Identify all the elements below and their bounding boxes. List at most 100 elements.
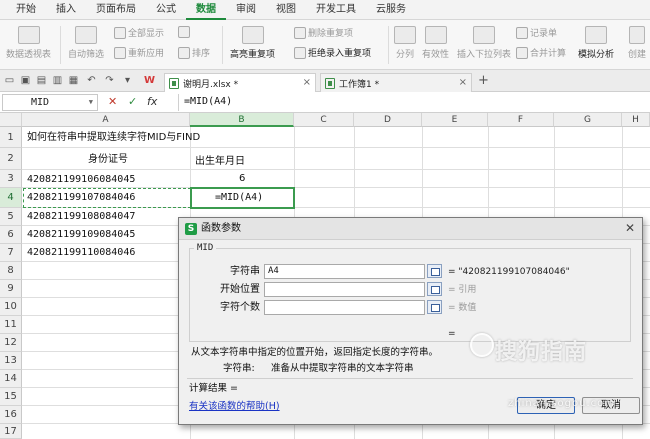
close-icon[interactable]: ✕ bbox=[625, 221, 635, 235]
show-all-label: 全部显示 bbox=[128, 29, 165, 39]
cell-a4[interactable]: 420821199107084046 bbox=[27, 189, 135, 206]
select-range-icon[interactable] bbox=[427, 282, 442, 296]
arg-string-input[interactable]: A4 bbox=[264, 264, 425, 279]
tab-document-1[interactable]: 谢明月.xlsx * × bbox=[164, 73, 316, 92]
tab-insert[interactable]: 插入 bbox=[46, 0, 86, 20]
gridline bbox=[22, 169, 650, 170]
formula-input[interactable]: =MID(A4) bbox=[178, 94, 648, 111]
cell-a2[interactable]: 身份证号 bbox=[88, 151, 128, 168]
col-header-d[interactable]: D bbox=[354, 113, 422, 127]
row-header[interactable]: 6 bbox=[0, 226, 22, 244]
row-header[interactable]: 7 bbox=[0, 244, 22, 262]
row-header[interactable]: 13 bbox=[0, 352, 22, 370]
cell-a5[interactable]: 420821199108084047 bbox=[27, 208, 135, 225]
tab-review[interactable]: 审阅 bbox=[226, 0, 266, 20]
row-header[interactable]: 10 bbox=[0, 298, 22, 316]
pivot-table-button[interactable]: 数据透视表 bbox=[6, 26, 51, 60]
col-header-f[interactable]: F bbox=[488, 113, 554, 127]
row-header[interactable]: 3 bbox=[0, 170, 22, 188]
row-header[interactable]: 14 bbox=[0, 370, 22, 388]
insert-dropdown-button[interactable]: 插入下拉列表 bbox=[457, 26, 511, 60]
chevron-down-icon[interactable]: ▼ bbox=[89, 95, 93, 110]
row-header[interactable]: 8 bbox=[0, 262, 22, 280]
row-header[interactable]: 17 bbox=[0, 424, 22, 439]
save-icon[interactable]: ▣ bbox=[20, 75, 31, 86]
tab-home[interactable]: 开始 bbox=[6, 0, 46, 20]
sort-button[interactable]: 排序 bbox=[178, 46, 210, 59]
select-range-icon[interactable] bbox=[427, 300, 442, 314]
dialog-titlebar[interactable]: S 函数参数 ✕ bbox=[179, 218, 642, 240]
reapply-label: 重新应用 bbox=[128, 49, 165, 59]
sort-az-button[interactable] bbox=[178, 26, 190, 38]
tab-developer[interactable]: 开发工具 bbox=[306, 0, 366, 20]
highlight-duplicates-button[interactable]: 高亮重复项 bbox=[230, 26, 275, 60]
customize-arrow-icon[interactable]: ▾ bbox=[122, 75, 133, 86]
row-header[interactable]: 15 bbox=[0, 388, 22, 406]
create-group-button[interactable]: 创建 bbox=[628, 26, 646, 60]
cell-a7[interactable]: 420821199110084046 bbox=[27, 244, 135, 261]
col-header-a[interactable]: A bbox=[22, 113, 190, 127]
cell-a3[interactable]: 420821199106084045 bbox=[27, 171, 135, 188]
undo-icon[interactable]: ↶ bbox=[86, 75, 97, 86]
wps-s-icon: S bbox=[185, 223, 197, 235]
row-header[interactable]: 1 bbox=[0, 127, 22, 148]
tab-document-2-label: 工作簿1 * bbox=[339, 79, 380, 90]
tab-data[interactable]: 数据 bbox=[186, 0, 226, 20]
row-header[interactable]: 9 bbox=[0, 280, 22, 298]
autofilter-button[interactable]: 自动筛选 bbox=[68, 26, 104, 60]
row-header[interactable]: 12 bbox=[0, 334, 22, 352]
split-column-button[interactable]: 分列 bbox=[394, 26, 416, 60]
col-header-c[interactable]: C bbox=[294, 113, 354, 127]
arg-count-input[interactable] bbox=[264, 300, 425, 315]
row-header[interactable]: 5 bbox=[0, 208, 22, 226]
cell-b2[interactable]: 出生年月日 bbox=[195, 153, 245, 170]
arg-start-label: 开始位置 bbox=[220, 284, 260, 295]
cell-b3[interactable]: 6 bbox=[239, 170, 245, 187]
col-header-e[interactable]: E bbox=[422, 113, 488, 127]
record-form-button[interactable]: 记录单 bbox=[516, 26, 557, 39]
filter-icon bbox=[75, 26, 97, 44]
row-header[interactable]: 2 bbox=[0, 148, 22, 170]
arg-start-input[interactable] bbox=[264, 282, 425, 297]
redo-icon[interactable]: ↷ bbox=[104, 75, 115, 86]
reapply-button[interactable]: 重新应用 bbox=[114, 46, 164, 59]
print-preview-icon[interactable]: ▦ bbox=[68, 75, 79, 86]
cell-a1[interactable]: 如何在符串中提取连续字符MID与FIND bbox=[27, 129, 200, 146]
add-tab-icon[interactable]: + bbox=[478, 74, 489, 87]
row-header[interactable]: 16 bbox=[0, 406, 22, 424]
tab-formulas[interactable]: 公式 bbox=[146, 0, 186, 20]
reject-duplicates-button[interactable]: 拒绝录入重复项 bbox=[294, 46, 371, 59]
print-icon[interactable]: ▥ bbox=[52, 75, 63, 86]
cancel-formula-icon[interactable]: ✕ bbox=[108, 95, 117, 109]
row-header[interactable]: 11 bbox=[0, 316, 22, 334]
export-pdf-icon[interactable]: ▤ bbox=[36, 75, 47, 86]
close-icon[interactable]: × bbox=[459, 77, 467, 88]
col-header-b[interactable]: B bbox=[190, 113, 294, 127]
tab-document-2[interactable]: 工作簿1 * × bbox=[320, 73, 472, 92]
what-if-analysis-button[interactable]: 模拟分析 bbox=[578, 26, 614, 60]
name-box[interactable]: MID ▼ bbox=[2, 94, 98, 111]
tab-cloud[interactable]: 云服务 bbox=[366, 0, 416, 20]
tab-page-layout[interactable]: 页面布局 bbox=[86, 0, 146, 20]
open-folder-icon[interactable]: ▭ bbox=[4, 75, 15, 86]
function-description: 从文本字符串中指定的位置开始，返回指定长度的字符串。 bbox=[191, 347, 439, 358]
enter-formula-icon[interactable]: ✓ bbox=[128, 95, 137, 109]
row-header[interactable]: 4 bbox=[0, 188, 22, 208]
select-range-icon[interactable] bbox=[427, 264, 442, 278]
tab-view[interactable]: 视图 bbox=[266, 0, 306, 20]
cell-b4[interactable]: =MID(A4) bbox=[215, 189, 263, 206]
delete-duplicates-button[interactable]: 删除重复项 bbox=[294, 26, 353, 39]
validity-button[interactable]: 有效性 bbox=[422, 26, 449, 60]
select-all-corner[interactable] bbox=[0, 113, 22, 127]
insert-function-icon[interactable]: fx bbox=[147, 95, 157, 109]
show-all-button[interactable]: 全部显示 bbox=[114, 26, 164, 39]
col-header-h[interactable]: H bbox=[622, 113, 650, 127]
col-header-g[interactable]: G bbox=[554, 113, 622, 127]
consolidate-button[interactable]: 合并计算 bbox=[516, 46, 566, 59]
create-group-label: 创建 bbox=[628, 50, 647, 60]
spreadsheet-icon bbox=[325, 77, 335, 89]
calculation-result: 计算结果 = bbox=[189, 383, 238, 394]
close-icon[interactable]: × bbox=[303, 77, 311, 88]
function-help-link[interactable]: 有关该函数的帮助(H) bbox=[189, 400, 280, 413]
cell-a6[interactable]: 420821199109084045 bbox=[27, 226, 135, 243]
